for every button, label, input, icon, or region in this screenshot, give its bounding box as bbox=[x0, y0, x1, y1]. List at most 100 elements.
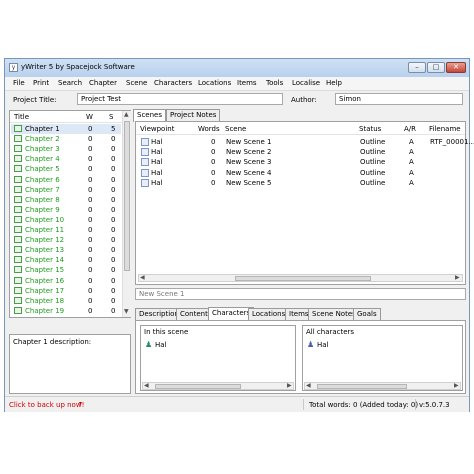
scene-list[interactable]: Viewpoint Words Scene Status A/R Filenam… bbox=[135, 121, 474, 285]
menu-scene[interactable]: Scene bbox=[126, 79, 147, 87]
in-scene-hscrollbar[interactable]: ◀ ▶ bbox=[142, 382, 294, 390]
all-characters-hscrollbar[interactable]: ◀ ▶ bbox=[304, 382, 461, 390]
menu-file[interactable]: File bbox=[13, 79, 25, 87]
maximize-button[interactable]: □ bbox=[427, 62, 445, 73]
chapter-words: 0 bbox=[88, 226, 93, 234]
chapter-scene-count: 0 bbox=[111, 205, 116, 214]
menu-chapter[interactable]: Chapter bbox=[89, 79, 117, 87]
column-header-filename[interactable]: Filename bbox=[429, 125, 461, 133]
menu-localise[interactable]: Localise bbox=[292, 79, 320, 87]
chapter-row[interactable]: Chapter 10 0 0 bbox=[11, 215, 121, 225]
chapter-words: 0 bbox=[88, 135, 93, 144]
scroll-up-icon[interactable]: ▲ bbox=[124, 112, 129, 118]
title-bar[interactable]: y yWriter 5 by Spacejock Software – □ ✕ bbox=[5, 59, 469, 78]
chapter-list[interactable]: Title W S Chapter 1 0 5 Chapter 2 0 0 Chapter … bbox=[9, 110, 131, 318]
chapter-icon bbox=[14, 205, 22, 213]
scrollbar-thumb[interactable] bbox=[155, 384, 241, 389]
scene-ar: A bbox=[409, 148, 414, 157]
in-scene-list[interactable]: In this scene ♟ Hal ◀ ▶ bbox=[140, 325, 296, 391]
chapter-row[interactable]: Chapter 16 0 0 bbox=[11, 276, 121, 286]
tab-locations[interactable]: Locations bbox=[248, 308, 290, 320]
tab-project-notes[interactable]: Project Notes bbox=[166, 109, 221, 121]
chapter-row[interactable]: Chapter 12 0 0 bbox=[11, 235, 121, 245]
chapter-row[interactable]: Chapter 5 0 0 bbox=[11, 164, 121, 174]
chapter-words: 0 bbox=[88, 145, 93, 154]
column-header-status[interactable]: Status bbox=[359, 125, 381, 133]
menu-locations[interactable]: Locations bbox=[198, 79, 231, 87]
chapter-icon bbox=[14, 135, 22, 143]
scroll-left-icon[interactable]: ◀ bbox=[306, 383, 311, 389]
chapter-row[interactable]: Chapter 19 0 0 bbox=[11, 306, 121, 316]
scroll-right-icon[interactable]: ▶ bbox=[287, 383, 292, 389]
column-header-scene[interactable]: Scene bbox=[225, 125, 246, 133]
chapter-row[interactable]: Chapter 4 0 0 bbox=[11, 154, 121, 164]
menu-help[interactable]: Help bbox=[326, 79, 342, 87]
chapter-list-scrollbar[interactable]: ▲ ▼ bbox=[122, 111, 131, 317]
chapter-scene-count: 0 bbox=[111, 195, 116, 204]
chapter-row[interactable]: Chapter 17 0 0 bbox=[11, 286, 121, 296]
chapter-row[interactable]: Chapter 8 0 0 bbox=[11, 195, 121, 205]
chapter-row[interactable]: Chapter 18 0 0 bbox=[11, 296, 121, 306]
all-characters-list[interactable]: All characters ♟ Hal ◀ ▶ bbox=[302, 325, 463, 391]
chapter-icon bbox=[14, 286, 22, 294]
scroll-right-icon[interactable]: ▶ bbox=[454, 383, 459, 389]
column-header-ar[interactable]: A/R bbox=[404, 125, 416, 133]
tab-content[interactable]: Content bbox=[176, 308, 212, 320]
scene-row[interactable]: Hal 0 New Scene 4 Outline A bbox=[137, 168, 464, 178]
chapter-title: Chapter 16 bbox=[25, 276, 65, 285]
menu-items[interactable]: Items bbox=[237, 79, 257, 87]
chapter-description-box[interactable]: Chapter 1 description: bbox=[9, 334, 131, 394]
chapter-words: 0 bbox=[88, 306, 93, 315]
scrollbar-thumb[interactable] bbox=[235, 276, 371, 281]
chapter-row[interactable]: Chapter 14 0 0 bbox=[11, 255, 121, 265]
in-scene-character[interactable]: Hal bbox=[155, 341, 167, 349]
column-header-viewpoint[interactable]: Viewpoint bbox=[140, 125, 174, 133]
scene-viewpoint: Hal bbox=[151, 148, 163, 157]
chapter-row[interactable]: Chapter 1 0 5 bbox=[11, 124, 121, 134]
scene-row[interactable]: Hal 0 New Scene 5 Outline A bbox=[137, 178, 464, 188]
chapter-row[interactable]: Chapter 11 0 0 bbox=[11, 225, 121, 235]
chapter-row[interactable]: Chapter 13 0 0 bbox=[11, 245, 121, 255]
chevron-down-icon[interactable]: ▾ bbox=[79, 400, 82, 407]
menu-tools[interactable]: Tools bbox=[266, 79, 283, 87]
chapter-icon bbox=[14, 256, 22, 264]
tab-goals[interactable]: Goals bbox=[353, 308, 381, 320]
chapter-row[interactable]: Chapter 3 0 0 bbox=[11, 144, 121, 154]
column-header-title[interactable]: Title bbox=[14, 113, 29, 121]
chapter-row[interactable]: Chapter 2 0 0 bbox=[11, 134, 121, 144]
chapter-row[interactable]: Chapter 7 0 0 bbox=[11, 185, 121, 195]
menu-search[interactable]: Search bbox=[58, 79, 82, 87]
author-input[interactable]: Simon bbox=[335, 93, 463, 105]
column-header-scenes[interactable]: S bbox=[109, 113, 113, 121]
chapter-title: Chapter 17 bbox=[25, 286, 65, 295]
scene-row[interactable]: Hal 0 New Scene 2 Outline A bbox=[137, 147, 464, 157]
column-header-words[interactable]: Words bbox=[198, 125, 220, 133]
column-header-words[interactable]: W bbox=[86, 113, 93, 121]
menu-characters[interactable]: Characters bbox=[154, 79, 192, 87]
chapter-words: 0 bbox=[88, 175, 93, 184]
minimize-button[interactable]: – bbox=[408, 62, 426, 73]
app-icon: y bbox=[9, 63, 18, 72]
scrollbar-thumb[interactable] bbox=[317, 384, 407, 389]
scroll-right-icon[interactable]: ▶ bbox=[455, 275, 460, 281]
scene-list-hscrollbar[interactable]: ◀ ▶ bbox=[138, 274, 463, 282]
scrollbar-thumb[interactable] bbox=[124, 121, 130, 271]
status-divider bbox=[415, 399, 416, 410]
chapter-title: Chapter 8 bbox=[25, 195, 60, 204]
scene-row[interactable]: Hal 0 New Scene 3 Outline A bbox=[137, 157, 464, 167]
scroll-left-icon[interactable]: ◀ bbox=[140, 275, 145, 281]
all-characters-item[interactable]: Hal bbox=[317, 341, 329, 349]
backup-link[interactable]: Click to back up now! bbox=[9, 401, 84, 409]
chapter-row[interactable]: Chapter 9 0 0 bbox=[11, 205, 121, 215]
scene-viewpoint: Hal bbox=[151, 168, 163, 177]
scroll-down-icon[interactable]: ▼ bbox=[124, 309, 129, 315]
scene-row[interactable]: Hal 0 New Scene 1 Outline A RTF_00001... bbox=[137, 137, 474, 147]
menu-print[interactable]: Print bbox=[33, 79, 49, 87]
scene-name-input[interactable]: New Scene 1 bbox=[135, 288, 466, 300]
scroll-left-icon[interactable]: ◀ bbox=[144, 383, 149, 389]
chapter-row[interactable]: Chapter 15 0 0 bbox=[11, 265, 121, 275]
close-button[interactable]: ✕ bbox=[446, 62, 466, 73]
chapter-row[interactable]: Chapter 6 0 0 bbox=[11, 175, 121, 185]
project-title-input[interactable]: Project Test bbox=[77, 93, 283, 105]
scene-words: 0 bbox=[211, 138, 216, 146]
